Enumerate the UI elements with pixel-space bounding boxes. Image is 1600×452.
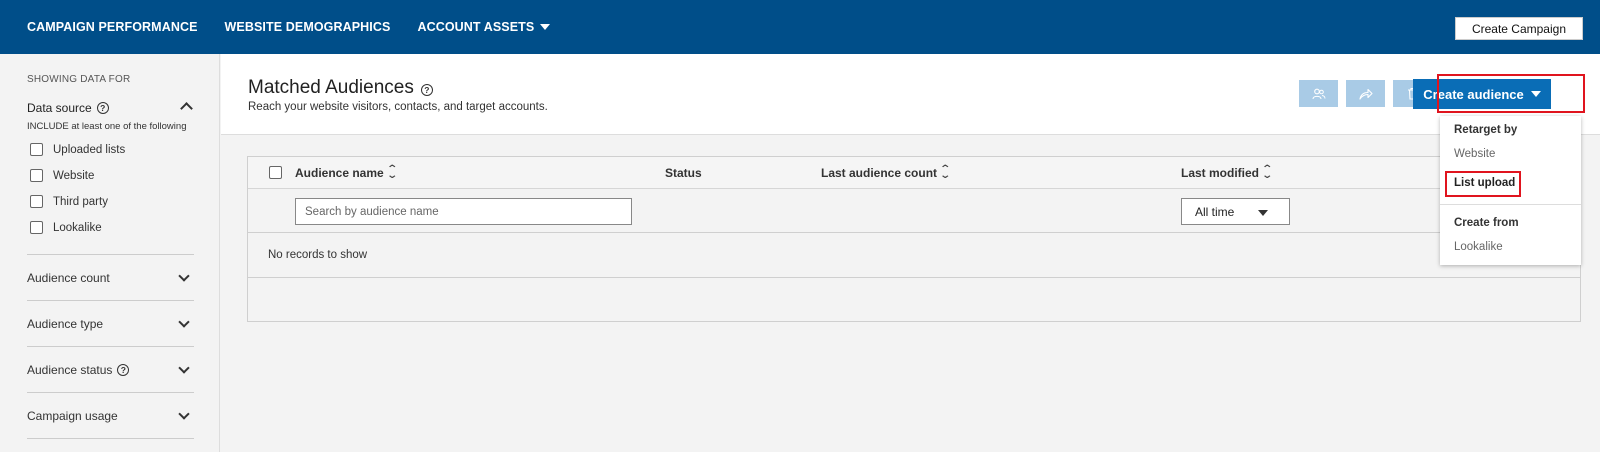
col-status: Status (665, 166, 702, 180)
page-subtitle: Reach your website visitors, contacts, a… (248, 101, 548, 113)
date-filter-value: All time (1195, 204, 1235, 219)
retarget-heading: Retarget by (1454, 124, 1518, 136)
nav-label: ACCOUNT ASSETS (417, 20, 535, 34)
caret-down-icon (540, 24, 551, 30)
audiences-table: Audience name ⌃ ⌄ Status Last audience cou… (247, 156, 1581, 322)
create-from-heading: Create from (1454, 217, 1519, 229)
filter-audience-status[interactable]: Audience status? (27, 346, 194, 392)
help-icon[interactable]: ? (117, 363, 130, 376)
column-label: Audience name (295, 166, 384, 180)
empty-state-row: No records to show (248, 234, 1580, 278)
sort-icon: ⌃ ⌄ (939, 164, 952, 181)
filter-campaign-usage[interactable]: Campaign usage (27, 392, 194, 439)
table-header: Audience name ⌃ ⌄ Status Last audience cou… (248, 157, 1580, 189)
option-lookalike[interactable]: Lookalike (30, 221, 102, 234)
highlight-list-upload (1445, 171, 1521, 197)
option-website[interactable]: Website (30, 169, 94, 182)
col-last-audience-count[interactable]: Last audience count ⌃ ⌄ (821, 164, 952, 181)
highlight-create-audience (1437, 74, 1585, 113)
option-label: Lookalike (53, 221, 102, 234)
filter-label: Audience status (27, 362, 113, 377)
filter-audience-type[interactable]: Audience type (27, 300, 194, 346)
nav-label: WEBSITE DEMOGRAPHICS (224, 20, 391, 34)
filter-label: Audience count (27, 270, 110, 285)
filter-sidebar: SHOWING DATA FOR Data source ? INCLUDE a… (0, 54, 220, 452)
nav-account-assets[interactable]: ACCOUNT ASSETS (417, 20, 551, 34)
page-header: Matched Audiences ? Reach your website v… (221, 54, 1600, 135)
caret-down-icon (1258, 210, 1268, 216)
page-title-text: Matched Audiences (248, 77, 414, 98)
filter-label: Audience type (27, 316, 104, 331)
search-input[interactable] (295, 198, 632, 225)
nav-website-demographics[interactable]: WEBSITE DEMOGRAPHICS (225, 20, 391, 34)
page-title: Matched Audiences ? (248, 77, 433, 99)
users-button[interactable] (1299, 80, 1338, 107)
filter-label-wrap: Audience status? (27, 362, 130, 377)
share-icon (1358, 88, 1373, 100)
sort-icon: ⌃ ⌄ (1261, 164, 1274, 181)
col-audience-name[interactable]: Audience name ⌃ ⌄ (295, 164, 398, 181)
date-filter-select[interactable]: All time (1181, 198, 1290, 225)
column-label: Status (665, 166, 702, 180)
nav-label: CAMPAIGN PERFORMANCE (27, 20, 198, 34)
help-icon[interactable]: ? (420, 83, 433, 96)
data-source-title: Data source ? (27, 101, 109, 115)
data-source-hint: INCLUDE at least one of the following (27, 121, 187, 132)
showing-data-label: SHOWING DATA FOR (27, 74, 131, 85)
filter-label: Campaign usage (27, 408, 118, 423)
top-nav: CAMPAIGN PERFORMANCE WEBSITE DEMOGRAPHIC… (0, 0, 1600, 54)
col-last-modified[interactable]: Last modified ⌃ ⌄ (1181, 164, 1274, 181)
users-icon (1311, 88, 1325, 99)
option-label: Third party (53, 195, 108, 208)
chevron-down-icon (178, 407, 190, 420)
select-all-checkbox[interactable] (269, 166, 282, 179)
checkbox[interactable] (30, 195, 43, 208)
option-uploaded-lists[interactable]: Uploaded lists (30, 143, 125, 156)
help-icon[interactable]: ? (96, 102, 109, 114)
option-label: Website (53, 169, 95, 182)
option-third-party[interactable]: Third party (30, 195, 108, 208)
filter-row: All time (248, 190, 1580, 233)
empty-message: No records to show (268, 249, 368, 261)
checkbox[interactable] (30, 169, 43, 182)
sort-icon: ⌃ ⌄ (386, 164, 398, 181)
data-source-label: Data source (27, 101, 92, 115)
column-label: Last modified (1181, 166, 1260, 180)
chevron-down-icon (178, 269, 190, 282)
nav-campaign-performance[interactable]: CAMPAIGN PERFORMANCE (27, 20, 198, 34)
share-button[interactable] (1346, 80, 1385, 107)
checkbox[interactable] (30, 221, 43, 234)
create-campaign-button[interactable]: Create Campaign (1454, 17, 1583, 40)
option-label: Uploaded lists (53, 143, 126, 156)
column-label: Last audience count (821, 166, 938, 180)
menu-item-lookalike[interactable]: Lookalike (1454, 241, 1503, 253)
chevron-down-icon (178, 315, 190, 328)
checkbox[interactable] (30, 143, 43, 156)
menu-item-website[interactable]: Website (1454, 148, 1495, 160)
menu-divider (1440, 204, 1581, 205)
filter-audience-count[interactable]: Audience count (27, 254, 194, 300)
chevron-up-icon[interactable] (180, 102, 193, 115)
chevron-down-icon (178, 361, 190, 374)
